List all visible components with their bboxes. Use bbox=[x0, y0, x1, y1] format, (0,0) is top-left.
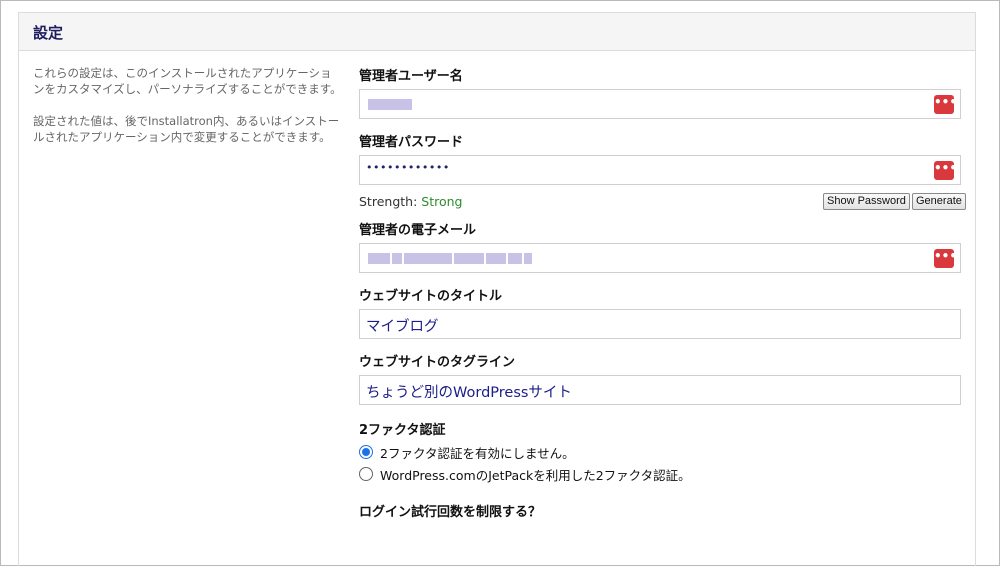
settings-panel: 設定 これらの設定は、このインストールされたアプリケーションをカスタマイズし、パ… bbox=[18, 12, 976, 566]
site-tagline-value: ちょうど別のWordPressサイト bbox=[366, 385, 572, 401]
two-factor-option-jetpack[interactable]: WordPress.comのJetPackを利用した2ファクタ認証。 bbox=[359, 463, 961, 485]
redacted-value bbox=[368, 99, 412, 110]
radio-button[interactable] bbox=[359, 467, 373, 481]
description-paragraph-2: 設定された値は、後でInstallatron内、あるいはインストールされたアプリ… bbox=[33, 114, 340, 144]
two-factor-option-disable[interactable]: 2ファクタ認証を有効にしません。 bbox=[359, 441, 961, 463]
panel-title: 設定 bbox=[33, 24, 64, 42]
site-tagline-label: ウェブサイトのタグライン bbox=[359, 355, 516, 370]
radio-label: 2ファクタ認証を有効にしません。 bbox=[380, 445, 575, 461]
radio-label: WordPress.comのJetPackを利用した2ファクタ認証。 bbox=[380, 467, 691, 483]
site-title-input[interactable]: マイブログ bbox=[359, 309, 961, 339]
radio-button-checked[interactable] bbox=[359, 445, 373, 459]
admin-email-input[interactable]: •••| bbox=[359, 243, 961, 273]
panel-header: 設定 bbox=[19, 13, 975, 51]
password-value: •••••••••••• bbox=[366, 161, 450, 174]
password-strength: Strength: Strong bbox=[359, 194, 463, 209]
site-title-label: ウェブサイトのタイトル bbox=[359, 289, 503, 304]
description-paragraph-1: これらの設定は、このインストールされたアプリケーションをカスタマイズし、パーソナ… bbox=[33, 66, 342, 96]
redacted-value bbox=[368, 253, 532, 264]
site-tagline-input[interactable]: ちょうど別のWordPressサイト bbox=[359, 375, 961, 405]
two-factor-label: 2ファクタ認証 bbox=[359, 423, 446, 438]
site-title-value: マイブログ bbox=[366, 319, 439, 335]
password-strength-row: Strength: Strong Show Password Generate bbox=[359, 191, 966, 215]
admin-password-label: 管理者パスワード bbox=[359, 135, 464, 150]
password-manager-icon[interactable]: •••| bbox=[934, 161, 961, 180]
show-password-button[interactable]: Show Password bbox=[823, 193, 910, 210]
password-manager-icon[interactable]: •••| bbox=[934, 95, 961, 114]
admin-username-label: 管理者ユーザー名 bbox=[359, 69, 463, 84]
settings-description: これらの設定は、このインストールされたアプリケーションをカスタマイズし、パーソナ… bbox=[33, 65, 343, 161]
admin-password-input[interactable]: •••••••••••• •••| bbox=[359, 155, 961, 185]
login-limit-label: ログイン試行回数を制限する？ bbox=[359, 505, 542, 520]
settings-form: 管理者ユーザー名 •••| 管理者パスワード •••••••••••• •••|… bbox=[359, 65, 966, 520]
admin-email-label: 管理者の電子メール bbox=[359, 223, 477, 238]
strength-label: Strength: bbox=[359, 194, 418, 209]
password-manager-icon[interactable]: •••| bbox=[934, 249, 961, 268]
admin-username-input[interactable]: •••| bbox=[359, 89, 961, 119]
generate-password-button[interactable]: Generate bbox=[912, 193, 966, 210]
strength-value: Strong bbox=[421, 194, 463, 209]
